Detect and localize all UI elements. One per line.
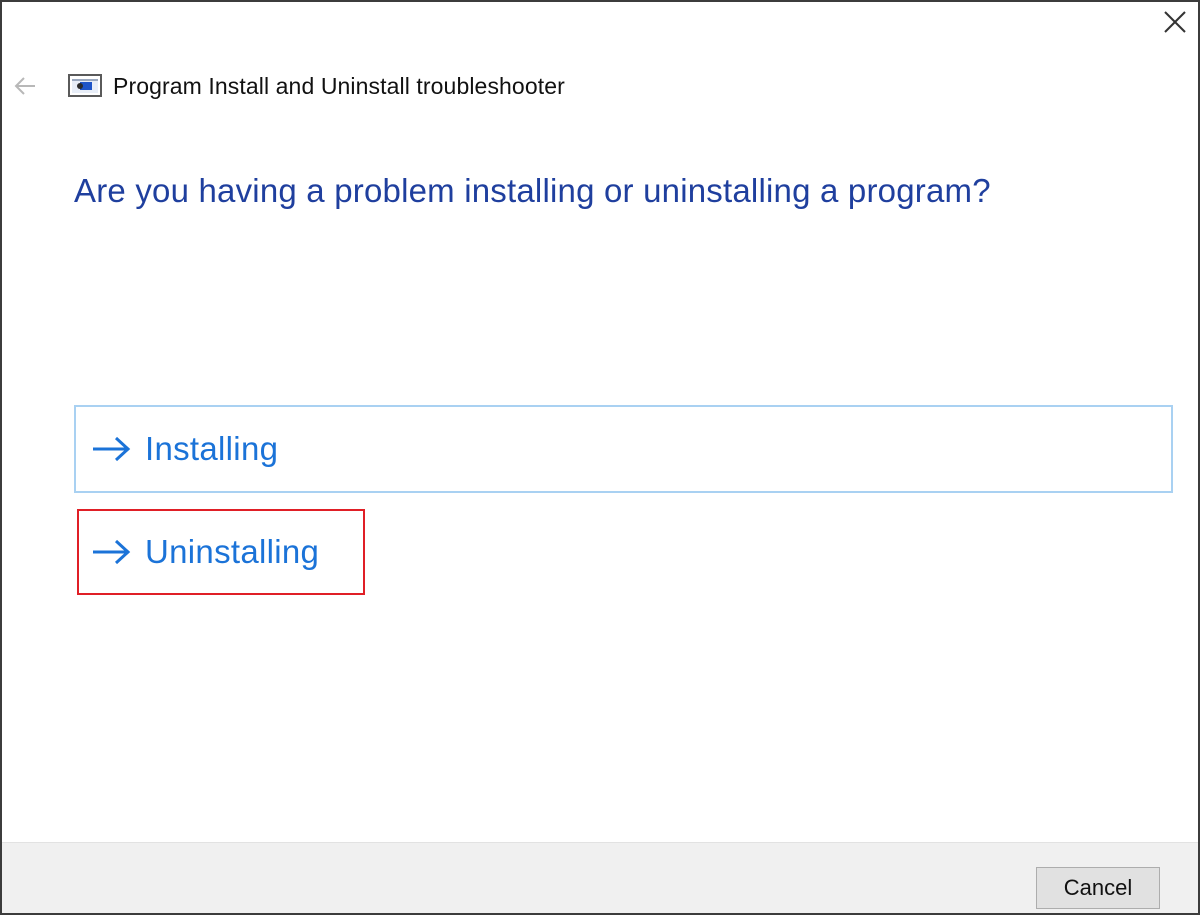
title-row: Program Install and Uninstall troublesho… <box>8 68 565 104</box>
troubleshooter-app-icon <box>68 73 102 99</box>
option-uninstalling[interactable]: Uninstalling <box>77 509 365 595</box>
page-heading: Are you having a problem installing or u… <box>74 172 991 209</box>
window-title: Program Install and Uninstall troublesho… <box>113 72 565 99</box>
option-installing-label: Installing <box>145 430 279 467</box>
option-installing[interactable]: Installing <box>74 405 1173 493</box>
right-arrow-icon <box>91 435 133 463</box>
back-button[interactable] <box>8 69 42 103</box>
footer-bar: Cancel <box>2 842 1198 913</box>
close-icon <box>1164 11 1186 33</box>
cancel-button[interactable]: Cancel <box>1036 867 1160 909</box>
close-button[interactable] <box>1158 6 1192 38</box>
option-uninstalling-label: Uninstalling <box>145 533 320 570</box>
troubleshooter-window: Program Install and Uninstall troublesho… <box>0 0 1200 915</box>
back-arrow-icon <box>14 77 35 95</box>
right-arrow-icon <box>91 538 133 566</box>
